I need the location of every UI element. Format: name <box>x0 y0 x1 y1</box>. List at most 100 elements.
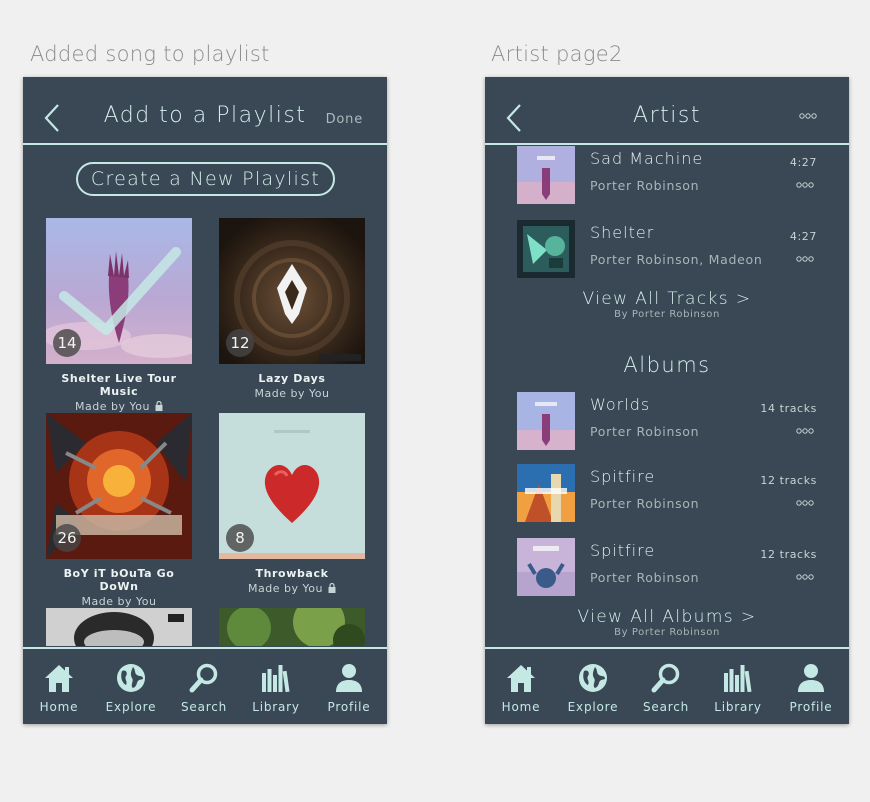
album-name: Spitfire <box>590 541 656 560</box>
album-row[interactable]: Worlds Porter Robinson 14 tracks <box>517 392 817 452</box>
track-count-badge: 14 <box>53 329 81 357</box>
playlist-name: Shelter Live Tour Music <box>61 372 177 398</box>
lock-icon <box>328 583 336 593</box>
playlist-owner: Made by You <box>254 387 330 400</box>
album-track-count: 14 tracks <box>760 402 817 415</box>
home-icon <box>45 665 73 692</box>
tab-label: Profile <box>789 700 833 714</box>
tab-label: Explore <box>105 700 157 714</box>
tab-search[interactable]: Search <box>169 663 239 714</box>
profile-icon <box>798 664 824 692</box>
playlist-cover: 12 <box>219 218 365 364</box>
tab-label: Home <box>39 700 79 714</box>
library-icon <box>262 665 290 693</box>
track-name: Shelter <box>590 223 655 242</box>
nav-bar: Artist <box>485 77 849 145</box>
more-options-icon[interactable] <box>796 256 814 262</box>
add-to-playlist-screen: Add to a Playlist Done Create a New Play… <box>23 77 387 724</box>
board-title-artist-page: Artist page2 <box>491 42 623 66</box>
playlist-name: Throwback <box>255 567 329 580</box>
track-count-badge: 8 <box>226 524 254 552</box>
profile-icon <box>336 664 362 692</box>
page-title: Artist <box>633 103 701 128</box>
more-options-icon[interactable] <box>799 113 817 119</box>
tab-label: Explore <box>567 700 619 714</box>
playlist-name: Lazy Days <box>258 372 326 385</box>
track-count-badge: 12 <box>226 329 254 357</box>
tab-bar: Home Explore Search Library Profile <box>23 647 387 724</box>
playlist-cover: 8 <box>219 413 365 559</box>
playlist-card[interactable]: 26 BoY iT bOuTa Go DoWn Made by You <box>46 413 192 608</box>
album-name: Worlds <box>590 395 651 414</box>
playlist-card-partial[interactable] <box>219 608 365 646</box>
album-row[interactable]: Spitfire Porter Robinson 12 tracks <box>517 464 817 524</box>
track-artist: Porter Robinson <box>590 178 700 193</box>
track-row[interactable]: Shelter Porter Robinson, Madeon 4:27 <box>517 220 817 280</box>
globe-icon <box>579 664 607 692</box>
tab-explore[interactable]: Explore <box>96 663 166 714</box>
tab-bar: Home Explore Search Library Profile <box>485 647 849 724</box>
more-options-icon[interactable] <box>796 182 814 188</box>
tab-explore[interactable]: Explore <box>558 663 628 714</box>
view-all-tracks-sub: By Porter Robinson <box>614 309 720 320</box>
more-options-icon[interactable] <box>796 500 814 506</box>
tab-label: Search <box>180 700 228 714</box>
track-artist: Porter Robinson, Madeon <box>590 252 763 267</box>
album-name: Spitfire <box>590 467 656 486</box>
album-art <box>517 538 575 596</box>
tab-home[interactable]: Home <box>24 663 94 714</box>
playlist-cover: 26 <box>46 413 192 559</box>
playlist-owner-label: Made by You <box>248 582 323 595</box>
playlist-cover <box>46 608 192 646</box>
album-artist: Porter Robinson <box>590 496 700 511</box>
track-count-badge: 26 <box>53 524 81 552</box>
view-all-albums-label: View All Albums > <box>577 607 757 627</box>
view-all-albums-link[interactable]: View All Albums > By Porter Robinson <box>485 607 849 638</box>
tab-profile[interactable]: Profile <box>314 663 384 714</box>
home-icon <box>507 665 535 692</box>
album-artist: Porter Robinson <box>590 424 700 439</box>
library-icon <box>724 665 752 693</box>
playlist-name: BoY iT bOuTa Go DoWn <box>63 567 175 593</box>
playlist-owner: Made by You <box>219 582 365 595</box>
search-icon <box>189 663 218 693</box>
search-icon <box>651 663 680 693</box>
more-options-icon[interactable] <box>796 574 814 580</box>
track-duration: 4:27 <box>789 230 817 243</box>
tab-label: Search <box>642 700 690 714</box>
playlist-card[interactable]: 12 Lazy Days Made by You <box>219 218 365 400</box>
tab-search[interactable]: Search <box>631 663 701 714</box>
playlist-card[interactable]: 14 Shelter Live Tour Music Made by You <box>46 218 192 413</box>
tab-library[interactable]: Library <box>241 663 311 714</box>
done-button[interactable]: Done <box>326 112 363 127</box>
tab-library[interactable]: Library <box>703 663 773 714</box>
view-all-tracks-link[interactable]: View All Tracks > By Porter Robinson <box>485 289 849 320</box>
track-row[interactable]: Sad Machine Porter Robinson 4:27 <box>517 146 817 206</box>
view-all-tracks-label: View All Tracks > <box>582 289 752 309</box>
album-art <box>517 392 575 450</box>
artist-screen: Sad Machine Porter Robinson 4:27 Shelter… <box>485 77 849 724</box>
tab-label: Library <box>252 700 300 714</box>
view-all-albums-sub: By Porter Robinson <box>614 627 720 638</box>
track-name: Sad Machine <box>590 149 704 168</box>
album-art <box>517 220 575 278</box>
globe-icon <box>117 664 145 692</box>
playlist-owner: Made by You <box>46 400 192 413</box>
more-options-icon[interactable] <box>796 428 814 434</box>
playlist-card[interactable]: 8 Throwback Made by You <box>219 413 365 595</box>
album-track-count: 12 tracks <box>760 474 817 487</box>
board-title-added-song: Added song to playlist <box>30 42 270 66</box>
albums-heading: Albums <box>623 353 711 377</box>
lock-icon <box>155 401 163 411</box>
playlist-cover: 14 <box>46 218 192 364</box>
playlist-card-partial[interactable] <box>46 608 192 646</box>
tab-label: Profile <box>327 700 371 714</box>
tab-home[interactable]: Home <box>486 663 556 714</box>
playlist-owner-label: Made by You <box>75 400 150 413</box>
album-row[interactable]: Spitfire Porter Robinson 12 tracks <box>517 538 817 598</box>
album-artist: Porter Robinson <box>590 570 700 585</box>
album-art <box>517 464 575 522</box>
tab-profile[interactable]: Profile <box>776 663 846 714</box>
create-playlist-button[interactable]: Create a New Playlist <box>76 162 335 196</box>
track-duration: 4:27 <box>789 156 817 169</box>
